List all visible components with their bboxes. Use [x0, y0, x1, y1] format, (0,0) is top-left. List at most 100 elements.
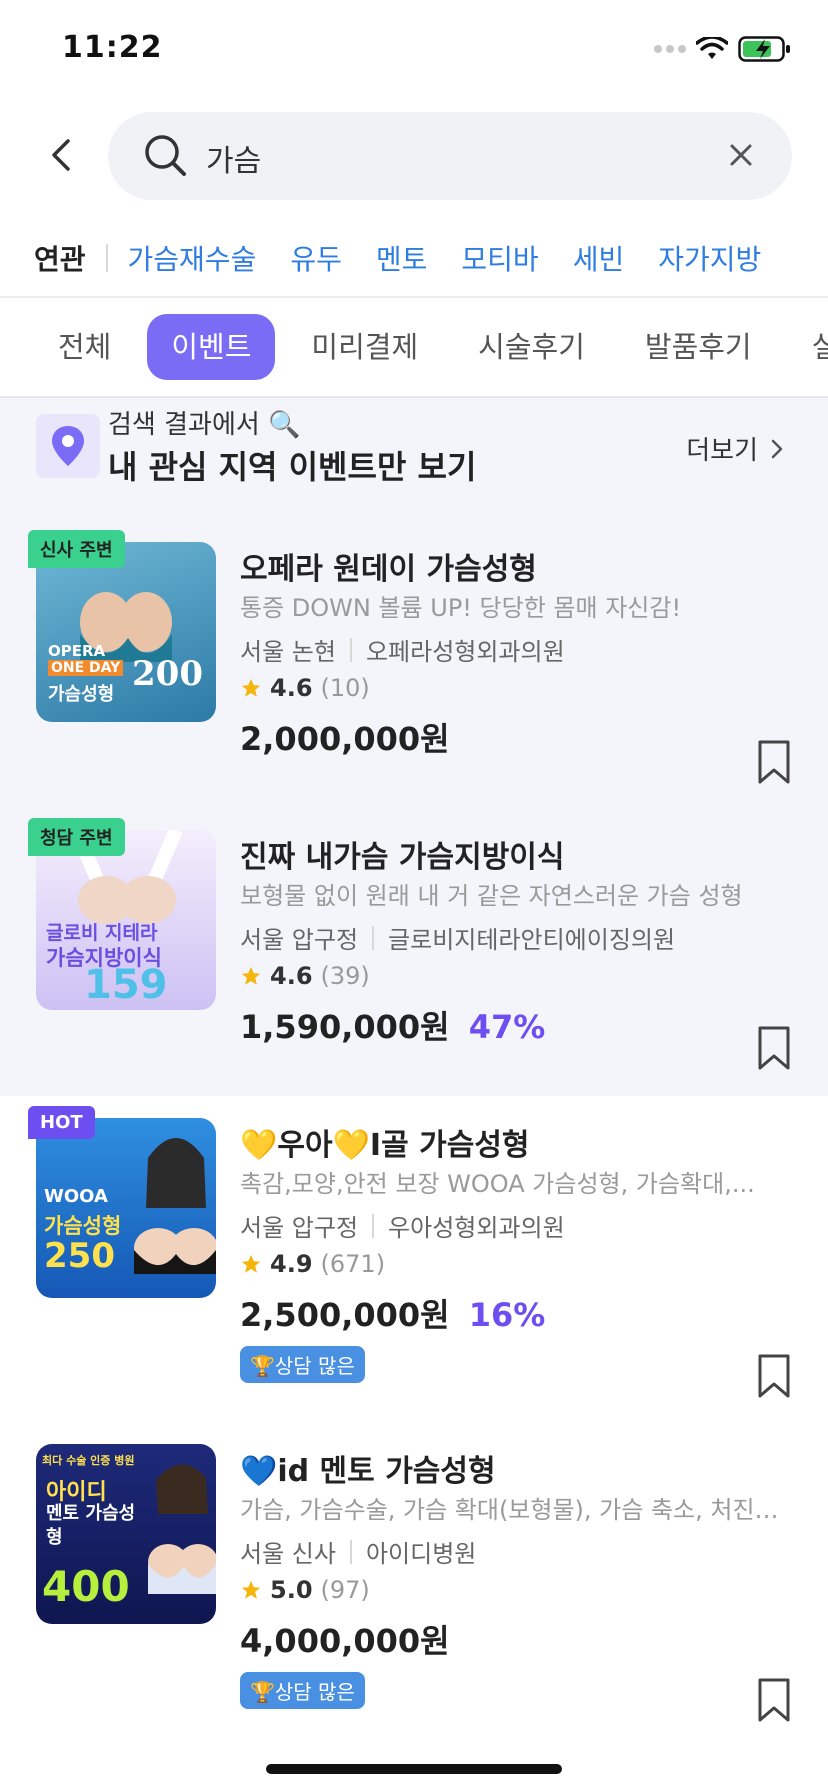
rating-score: 4.6 [270, 962, 313, 990]
divider [105, 244, 108, 272]
event-price: 2,000,000원 [240, 714, 450, 760]
event-description: 통증 DOWN 볼륨 UP! 당당한 몸매 자신감! [240, 594, 682, 622]
price-value: 1,590,000원 [240, 1008, 450, 1046]
tab-treatment-reviews[interactable]: 시술후기 [454, 314, 609, 380]
wifi-icon [696, 37, 728, 59]
tab-prepay[interactable]: 미리결제 [287, 314, 442, 380]
location-pin-icon [36, 414, 100, 478]
thumb-text: WOOA [44, 1186, 108, 1207]
related-keyword[interactable]: 가슴재수술 [128, 238, 257, 278]
search-input[interactable]: 가슴 [206, 136, 261, 180]
location-banner-title: 내 관심 지역 이벤트만 보기 [108, 448, 477, 486]
bookmark-icon[interactable] [754, 1024, 794, 1072]
thumb-text: 멘토 가슴성형 [46, 1503, 136, 1548]
thumb-price: 200 [132, 654, 203, 694]
event-price: 2,500,000원 16% [240, 1290, 545, 1336]
event-price: 1,590,000원 47% [240, 1002, 545, 1048]
tab-bar: 전체 이벤트 미리결제 시술후기 발품후기 실결 [34, 314, 828, 380]
search-icon [145, 135, 186, 176]
event-area: 서울 압구정 [240, 926, 359, 954]
event-title: 오페라 원데이 가슴성형 [240, 552, 537, 587]
related-keyword[interactable]: 멘토 [376, 238, 428, 278]
event-rating: 5.0 (97) [240, 1576, 370, 1604]
divider [349, 1539, 352, 1564]
discount-rate: 16% [468, 1296, 546, 1334]
bookmark-icon[interactable] [754, 738, 794, 786]
bookmark-icon[interactable] [754, 1676, 794, 1724]
search-bar[interactable]: 가슴 [108, 112, 792, 200]
chevron-right-icon [771, 439, 783, 458]
location-filter-banner[interactable]: 검색 결과에서 🔍 내 관심 지역 이벤트만 보기 더보기 [34, 404, 794, 494]
event-area: 서울 신사 [240, 1540, 336, 1568]
event-location: 서울 신사 아이디병원 [240, 1534, 476, 1569]
more-label: 더보기 [686, 436, 758, 466]
star-icon [241, 678, 261, 697]
hot-badge: HOT [28, 1106, 95, 1139]
status-icons [654, 36, 792, 62]
event-thumbnail: WOOA 가슴성형 250 [36, 1118, 216, 1298]
price-value: 2,500,000원 [240, 1296, 450, 1334]
review-count: (97) [320, 1576, 370, 1604]
more-button[interactable]: 더보기 [686, 430, 784, 467]
home-indicator [266, 1764, 562, 1774]
event-description: 가슴, 가슴수술, 가슴 확대(보형물), 가슴 축소, 처진… [240, 1496, 779, 1524]
tab-event[interactable]: 이벤트 [147, 314, 276, 380]
thumb-text: ONE DAY [48, 660, 124, 676]
related-keyword[interactable]: 유두 [290, 238, 342, 278]
status-bar: 11:22 [0, 0, 828, 100]
divider [0, 296, 828, 298]
rating-score: 4.6 [270, 674, 313, 702]
back-button[interactable] [42, 135, 82, 175]
clinic-name: 아이디병원 [365, 1540, 477, 1568]
thumb-text: OPERA [48, 642, 106, 660]
event-card[interactable]: 최다 수술 인증 병원 아이디 멘토 가슴성형 400 💙id 멘토 가슴성형 … [34, 1432, 794, 1722]
event-location: 서울 압구정 우아성형외과의원 [240, 1208, 565, 1243]
event-title: 💙id 멘토 가슴성형 [240, 1454, 496, 1489]
related-keyword[interactable]: 모티바 [461, 238, 538, 278]
divider [372, 925, 375, 950]
event-description: 보형물 없이 원래 내 거 같은 자연스러운 가슴 성형 [240, 882, 743, 910]
discount-rate: 47% [468, 1008, 546, 1046]
location-banner-subtitle: 검색 결과에서 🔍 [108, 410, 301, 440]
related-title: 연관 [34, 243, 86, 276]
event-thumbnail: 최다 수술 인증 병원 아이디 멘토 가슴성형 400 [36, 1444, 216, 1624]
event-price: 4,000,000원 [240, 1616, 450, 1662]
area-badge: 청담 주변 [28, 818, 125, 856]
bookmark-icon[interactable] [754, 1352, 794, 1400]
clinic-name: 우아성형외과의원 [388, 1214, 565, 1242]
thumb-text: 가슴성형 [48, 684, 115, 705]
battery-charging-icon [738, 36, 790, 62]
related-keyword[interactable]: 세빈 [573, 238, 625, 278]
rating-score: 4.9 [270, 1250, 313, 1278]
event-card[interactable]: 청담 주변 글로비 지테라 가슴지방이식 159 진짜 내가슴 가슴지방이식 보… [28, 818, 794, 1070]
consult-tag: 🏆상담 많은 [240, 1346, 365, 1383]
tab-more[interactable]: 실결 [788, 314, 828, 380]
rating-score: 5.0 [270, 1576, 313, 1604]
event-thumbnail: 글로비 지테라 가슴지방이식 159 [36, 830, 216, 1010]
clear-icon[interactable] [726, 140, 756, 170]
star-icon [241, 1254, 261, 1273]
star-icon [241, 1580, 261, 1599]
star-icon [241, 966, 261, 985]
event-location: 서울 압구정 글로비지테라안티에이징의원 [240, 920, 675, 955]
price-value: 4,000,000원 [240, 1622, 450, 1660]
signal-icon [654, 45, 686, 53]
related-keyword[interactable]: 자가지방 [658, 238, 761, 278]
review-count: (671) [320, 1250, 386, 1278]
price-value: 2,000,000원 [240, 720, 450, 758]
event-rating: 4.6 (39) [240, 962, 370, 990]
thumb-text: 최다 수술 인증 병원 [42, 1454, 135, 1467]
tab-visit-reviews[interactable]: 발품후기 [621, 314, 776, 380]
event-rating: 4.9 (671) [240, 1250, 385, 1278]
chevron-left-icon [52, 139, 70, 171]
thumb-text: 글로비 지테라 [46, 922, 158, 944]
event-card[interactable]: HOT WOOA 가슴성형 250 💛우아💛I골 가슴성형 촉감,모양,안전 보… [28, 1106, 794, 1398]
thumb-price: 159 [84, 962, 168, 1008]
event-thumbnail: OPERA ONE DAY 가슴성형 200 [36, 542, 216, 722]
event-card[interactable]: 신사 주변 OPERA ONE DAY 가슴성형 200 오페라 원데이 가슴성… [28, 530, 794, 784]
thumb-price: 400 [42, 1562, 130, 1611]
event-title: 진짜 내가슴 가슴지방이식 [240, 840, 565, 875]
clinic-name: 글로비지테라안티에이징의원 [388, 926, 676, 954]
tab-all[interactable]: 전체 [34, 314, 135, 380]
clinic-name: 오페라성형외과의원 [365, 638, 565, 666]
